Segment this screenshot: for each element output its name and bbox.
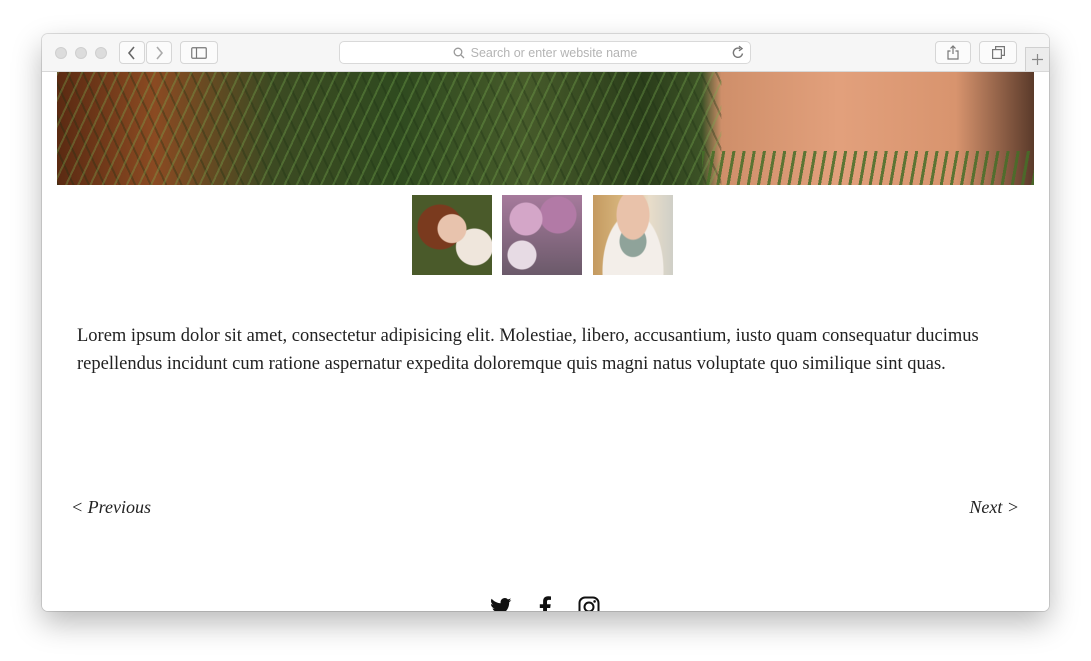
gallery-thumbnail-3[interactable] [593, 195, 673, 275]
article-body: Lorem ipsum dolor sit amet, consectetur … [77, 326, 979, 374]
close-window-button[interactable] [55, 47, 67, 59]
forward-button[interactable] [146, 41, 172, 64]
twitter-link[interactable] [490, 594, 512, 611]
sidebar-toggle-button[interactable] [180, 41, 218, 64]
sidebar-icon [191, 46, 207, 59]
address-bar[interactable]: Search or enter website name [339, 41, 751, 64]
back-button[interactable] [119, 41, 145, 64]
plus-icon [1032, 54, 1043, 65]
next-link[interactable]: Next > [969, 497, 1019, 518]
minimize-window-button[interactable] [75, 47, 87, 59]
new-tab-button[interactable] [1025, 47, 1049, 71]
facebook-link[interactable] [539, 594, 551, 611]
share-button[interactable] [935, 41, 971, 64]
reload-icon[interactable] [731, 45, 745, 60]
tabs-icon [991, 46, 1005, 59]
address-placeholder: Search or enter website name [470, 45, 638, 60]
facebook-icon [539, 596, 551, 611]
back-icon [127, 45, 135, 60]
instagram-link[interactable] [578, 594, 600, 611]
zoom-window-button[interactable] [95, 47, 107, 59]
page-content: Lorem ipsum dolor sit amet, consectetur … [42, 72, 1049, 611]
share-icon [947, 45, 959, 60]
previous-link[interactable]: < Previous [71, 497, 151, 518]
show-tabs-button[interactable] [979, 41, 1017, 64]
gallery-thumbnail-1[interactable] [412, 195, 492, 275]
hero-image [57, 72, 1034, 185]
search-icon [453, 47, 465, 58]
twitter-icon [491, 598, 512, 611]
instagram-icon [578, 596, 600, 611]
gallery-thumbnail-2[interactable] [502, 195, 582, 275]
forward-icon [156, 45, 164, 60]
browser-toolbar: Search or enter website name [42, 34, 1049, 72]
browser-window: Search or enter website name Lorem ipsum… [42, 34, 1049, 611]
